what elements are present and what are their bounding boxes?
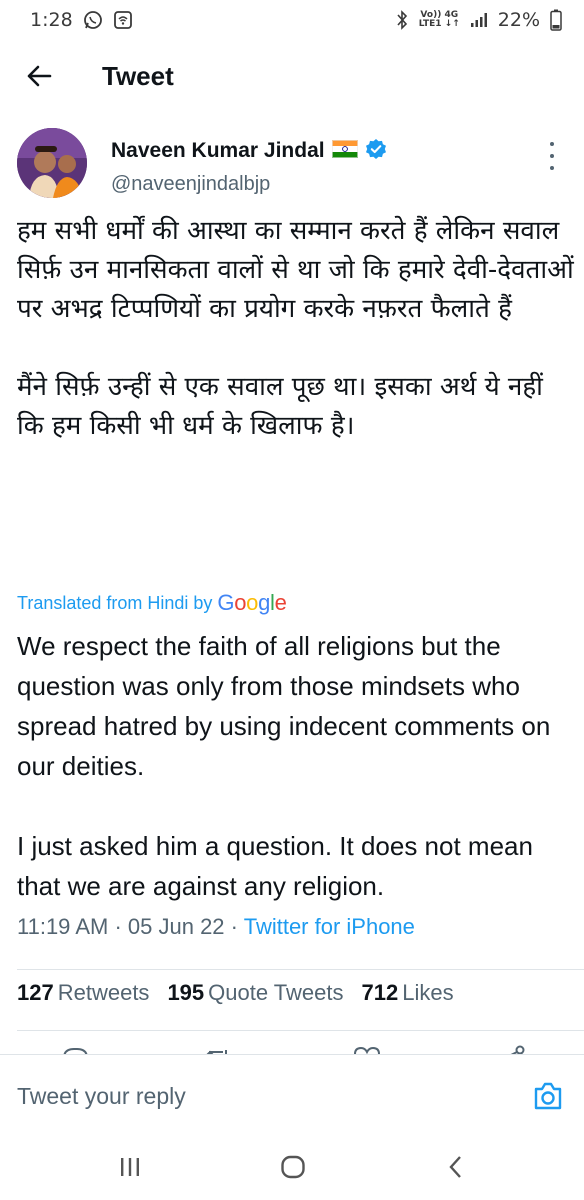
battery-icon: [550, 9, 562, 31]
retweet-icon[interactable]: [203, 1044, 233, 1054]
more-vertical-icon: [550, 142, 554, 146]
author-row: Naveen Kumar Jindal @naveenjindalbjp: [0, 124, 584, 200]
status-bar: 1:28 Vo)) 4G LTE1 ↓↑ 22%: [0, 0, 584, 40]
back-button[interactable]: [15, 52, 63, 100]
network-type-bottom: LTE1 ↓↑: [418, 19, 460, 29]
tweet-time: 11:19 AM: [17, 914, 109, 939]
reply-icon[interactable]: [60, 1044, 90, 1054]
camera-icon[interactable]: [532, 1081, 564, 1111]
author-names: Naveen Kumar Jindal @naveenjindalbjp: [111, 138, 387, 196]
recent-apps-icon: [121, 1158, 139, 1176]
status-right: Vo)) 4G LTE1 ↓↑ 22%: [395, 9, 562, 31]
quote-tweets-count: 195: [167, 980, 205, 1005]
divider: [17, 969, 584, 970]
arrow-left-icon: [27, 65, 52, 87]
more-options-button[interactable]: [542, 142, 562, 170]
reply-composer: Tweet your reply: [0, 1054, 584, 1138]
likes-stat[interactable]: 712 Likes: [362, 980, 454, 1006]
translation-attribution[interactable]: Translated from Hindi by Google: [17, 590, 287, 616]
retweets-count: 127: [17, 980, 54, 1005]
tweet-text-original: हम सभी धर्मों की आस्था का सम्मान करते है…: [17, 216, 574, 441]
retweets-stat[interactable]: 127 Retweets: [17, 980, 149, 1006]
network-type: Vo)) 4G LTE1 ↓↑: [419, 11, 460, 29]
avatar[interactable]: [17, 128, 87, 198]
bluetooth-icon: [395, 10, 409, 30]
back-nav-button[interactable]: [436, 1152, 476, 1182]
meta-separator: ·: [114, 914, 122, 939]
signal-icon: [470, 12, 488, 28]
tweet-date: 05 Jun 22: [127, 914, 225, 939]
home-icon: [281, 1155, 305, 1179]
meta-separator: ·: [230, 914, 238, 939]
translated-label: Translated from Hindi by: [17, 592, 213, 613]
system-navigation-bar: [0, 1138, 584, 1200]
user-handle[interactable]: @naveenjindalbjp: [111, 173, 387, 196]
heart-icon[interactable]: [352, 1044, 382, 1054]
tweet-meta: 11:19 AM · 05 Jun 22 · Twitter for iPhon…: [17, 914, 415, 940]
tweet-detail: Naveen Kumar Jindal @naveenjindalbjp हम …: [0, 124, 584, 939]
wifi-calling-icon: [113, 10, 133, 30]
whatsapp-icon: [83, 10, 103, 30]
more-dot: [550, 166, 554, 170]
likes-count: 712: [361, 980, 399, 1005]
status-time: 1:28: [30, 9, 73, 31]
display-name[interactable]: Naveen Kumar Jindal: [111, 139, 325, 163]
tweet-source-link[interactable]: Twitter for iPhone: [244, 914, 415, 939]
display-name-row: Naveen Kumar Jindal: [111, 138, 387, 164]
more-dot: [550, 154, 554, 158]
quote-tweets-stat[interactable]: 195 Quote Tweets: [167, 980, 343, 1006]
status-left: 1:28: [30, 9, 133, 31]
chevron-left-icon: [449, 1156, 461, 1178]
battery-percent: 22%: [497, 9, 540, 31]
page-title: Tweet: [102, 60, 174, 91]
reply-input[interactable]: Tweet your reply: [17, 1083, 186, 1110]
google-logo: Google: [217, 590, 287, 615]
share-icon[interactable]: [497, 1044, 527, 1054]
recent-apps-button[interactable]: [110, 1152, 150, 1182]
tweet-stats: 127 Retweets 195 Quote Tweets 712 Likes: [17, 980, 454, 1006]
tweet-text-translated: We respect the faith of all religions bu…: [17, 631, 551, 901]
india-flag-icon: [331, 140, 358, 162]
retweets-label: Retweets: [57, 980, 150, 1005]
top-app-bar: Tweet: [0, 40, 584, 112]
verified-badge-icon: [365, 138, 387, 164]
quote-tweets-label: Quote Tweets: [208, 980, 344, 1005]
home-button[interactable]: [273, 1152, 313, 1182]
likes-label: Likes: [402, 980, 454, 1005]
tweet-actions: [0, 1030, 584, 1054]
